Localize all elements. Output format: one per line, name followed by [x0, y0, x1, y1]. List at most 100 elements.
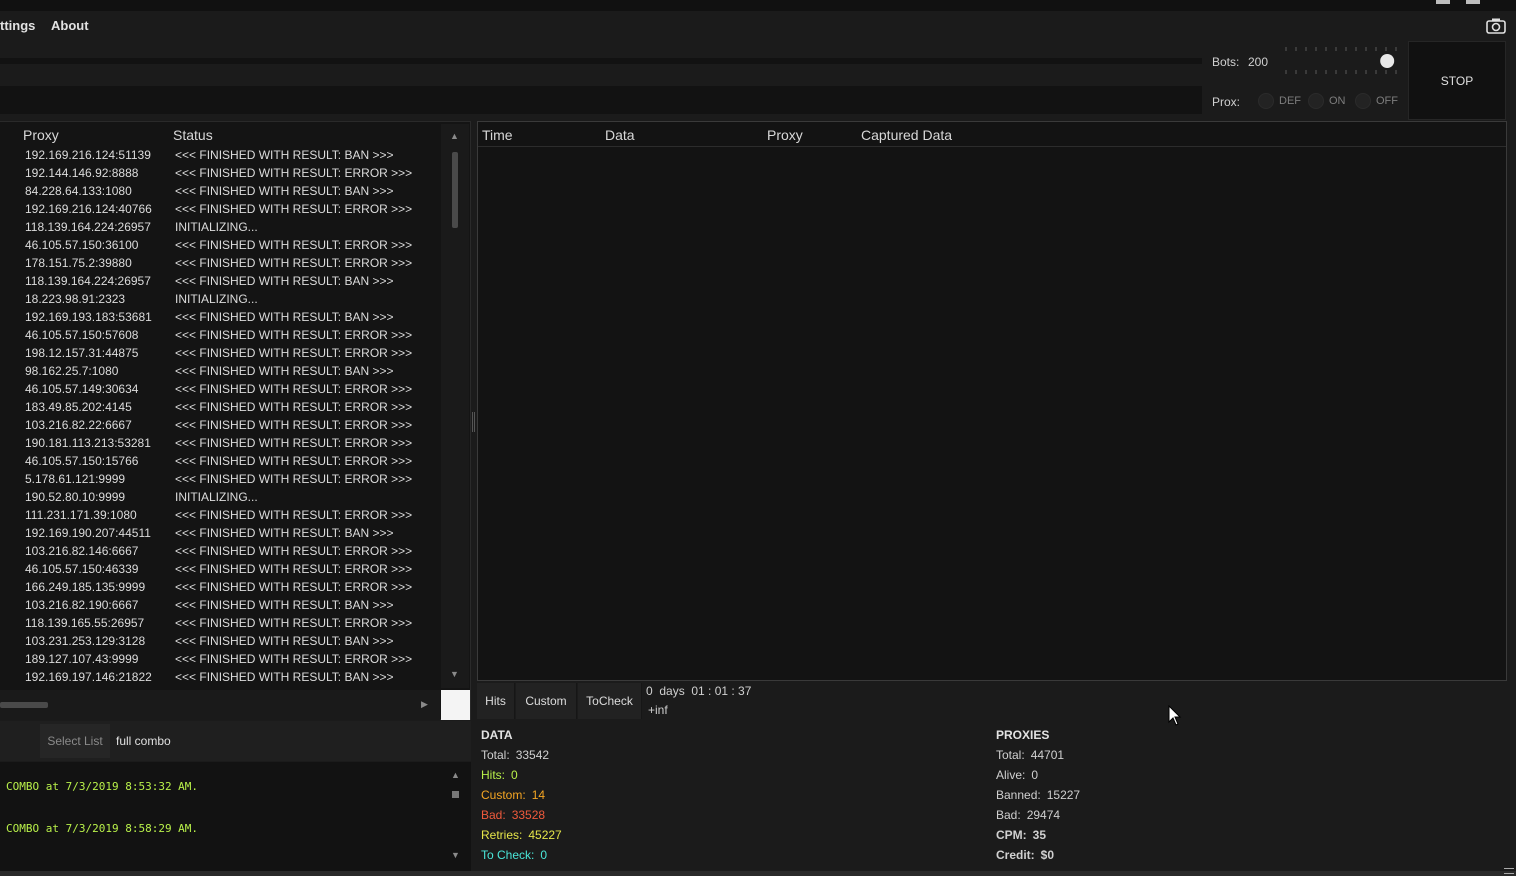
- menu-about[interactable]: About: [51, 18, 89, 33]
- status-cell: <<< FINISHED WITH RESULT: BAN >>>: [175, 184, 394, 198]
- radio-label-def: DEF: [1279, 95, 1301, 107]
- bots-value: 200: [1248, 55, 1269, 69]
- scroll-up-icon[interactable]: ▲: [451, 770, 460, 780]
- radio-circle[interactable]: [1355, 93, 1371, 109]
- column-header-time[interactable]: Time: [482, 127, 513, 143]
- stat-bad: Bad: 33528: [481, 808, 545, 822]
- table-row[interactable]: 189.127.107.43:9999 <<< FINISHED WITH RES…: [0, 652, 440, 670]
- menu-settings[interactable]: ttings: [0, 18, 35, 33]
- table-row[interactable]: 192.169.193.183:53681 <<< FINISHED WITH R…: [0, 310, 440, 328]
- bots-slider[interactable]: [1282, 44, 1398, 78]
- table-row[interactable]: 103.216.82.146:6667 <<< FINISHED WITH RES…: [0, 544, 440, 562]
- table-row[interactable]: 46.105.57.149:30634 <<< FINISHED WITH RES…: [0, 382, 440, 400]
- status-cell: <<< FINISHED WITH RESULT: ERROR >>>: [175, 562, 413, 576]
- scroll-down-icon[interactable]: ▼: [450, 669, 459, 679]
- stat-value: 0: [1031, 768, 1039, 782]
- table-row[interactable]: 183.49.85.202:4145 <<< FINISHED WITH RESU…: [0, 400, 440, 418]
- table-row[interactable]: 190.181.113.213:53281 <<< FINISHED WITH R…: [0, 436, 440, 454]
- proxy-cell: 198.12.157.31:44875: [25, 346, 139, 360]
- minimize-icon[interactable]: [1436, 0, 1450, 4]
- table-row[interactable]: 84.228.64.133:1080 <<< FINISHED WITH RESU…: [0, 184, 440, 202]
- status-cell: <<< FINISHED WITH RESULT: ERROR >>>: [175, 166, 413, 180]
- scroll-down-icon[interactable]: ▼: [451, 850, 460, 860]
- status-cell: <<< FINISHED WITH RESULT: ERROR >>>: [175, 202, 413, 216]
- eta-value: +inf: [648, 703, 668, 717]
- table-row[interactable]: 178.151.75.2:39880 <<< FINISHED WITH RESU…: [0, 256, 440, 274]
- splitter-handle[interactable]: [472, 412, 475, 432]
- status-cell: <<< FINISHED WITH RESULT: ERROR >>>: [175, 400, 413, 414]
- table-row[interactable]: 190.52.80.10:9999 INITIALIZING...: [0, 490, 440, 508]
- column-header-status[interactable]: Status: [173, 127, 213, 143]
- table-row[interactable]: 18.223.98.91:2323 INITIALIZING...: [0, 292, 440, 310]
- table-row[interactable]: 103.231.253.129:3128 <<< FINISHED WITH RE…: [0, 634, 440, 652]
- status-cell: <<< FINISHED WITH RESULT: BAN >>>: [175, 634, 394, 648]
- log-line: COMBO at 7/3/2019 8:58:29 AM.: [6, 822, 199, 835]
- stat-banned: Banned: 15227: [996, 788, 1080, 802]
- proxy-cell: 192.169.190.207:44511: [25, 526, 151, 540]
- table-row[interactable]: 46.105.57.150:46339 <<< FINISHED WITH RES…: [0, 562, 440, 580]
- tab-custom[interactable]: Custom: [516, 683, 577, 719]
- table-row[interactable]: 111.231.171.39:1080 <<< FINISHED WITH RES…: [0, 508, 440, 526]
- scroll-right-icon[interactable]: ▶: [421, 699, 428, 710]
- stat-label: Hits:: [481, 768, 505, 782]
- table-row[interactable]: 192.169.197.146:21822 <<< FINISHED WITH R…: [0, 670, 440, 688]
- table-row[interactable]: 5.178.61.121:9999 <<< FINISHED WITH RESUL…: [0, 472, 440, 490]
- status-cell: <<< FINISHED WITH RESULT: ERROR >>>: [175, 472, 413, 486]
- tab-tocheck[interactable]: ToCheck: [578, 683, 642, 719]
- column-header-data[interactable]: Data: [605, 127, 635, 143]
- column-header-proxy[interactable]: Proxy: [23, 127, 59, 143]
- tab-hits[interactable]: Hits: [477, 683, 515, 719]
- radio-circle[interactable]: [1258, 93, 1274, 109]
- status-cell: <<< FINISHED WITH RESULT: ERROR >>>: [175, 652, 413, 666]
- stat-label: Banned:: [996, 788, 1041, 802]
- table-row[interactable]: 118.139.164.224:26957 <<< FINISHED WITH R…: [0, 274, 440, 292]
- prox-off-radio[interactable]: OFF: [1355, 93, 1398, 109]
- stat-bad: Bad: 29474: [996, 808, 1060, 822]
- stat-label: Total:: [481, 748, 510, 762]
- prox-def-radio[interactable]: DEF: [1258, 93, 1301, 109]
- prox-on-radio[interactable]: ON: [1308, 93, 1346, 109]
- stop-button[interactable]: STOP: [1408, 41, 1506, 120]
- maximize-icon[interactable]: [1466, 0, 1480, 4]
- proxy-grid: 192.169.216.124:51139 <<< FINISHED WITH R…: [0, 121, 471, 720]
- table-row[interactable]: 46.105.57.150:36100 <<< FINISHED WITH RES…: [0, 238, 440, 256]
- status-cell: <<< FINISHED WITH RESULT: ERROR >>>: [175, 580, 413, 594]
- column-header-proxy[interactable]: Proxy: [767, 127, 803, 143]
- table-row[interactable]: 118.139.165.55:26957 <<< FINISHED WITH RE…: [0, 616, 440, 634]
- table-row[interactable]: 46.105.57.150:57608 <<< FINISHED WITH RES…: [0, 328, 440, 346]
- scroll-thumb[interactable]: [452, 791, 459, 798]
- table-row[interactable]: 98.162.25.7:1080 <<< FINISHED WITH RESULT…: [0, 364, 440, 382]
- proxy-cell: 46.105.57.149:30634: [25, 382, 139, 396]
- status-cell: <<< FINISHED WITH RESULT: BAN >>>: [175, 364, 394, 378]
- scroll-up-icon[interactable]: ▲: [450, 131, 459, 141]
- combo-path-input[interactable]: [0, 86, 1202, 114]
- stat-label: Bad:: [996, 808, 1021, 822]
- resize-grip-icon[interactable]: [1504, 868, 1514, 874]
- scroll-thumb-horizontal[interactable]: [0, 702, 48, 708]
- proxy-cell: 183.49.85.202:4145: [25, 400, 132, 414]
- table-row[interactable]: 118.139.164.224:26957 INITIALIZING...: [0, 220, 440, 238]
- status-cell: <<< FINISHED WITH RESULT: ERROR >>>: [175, 508, 413, 522]
- select-list-button[interactable]: Select List: [40, 724, 110, 758]
- radio-circle[interactable]: [1308, 93, 1324, 109]
- camera-icon[interactable]: [1486, 17, 1506, 35]
- column-header-captured-data[interactable]: Captured Data: [861, 127, 952, 143]
- horizontal-scrollbar[interactable]: [0, 690, 440, 720]
- proxy-cell: 103.216.82.190:6667: [25, 598, 139, 612]
- scroll-thumb[interactable]: [452, 152, 458, 228]
- table-row[interactable]: 198.12.157.31:44875 <<< FINISHED WITH RES…: [0, 346, 440, 364]
- table-row[interactable]: 103.216.82.22:6667 <<< FINISHED WITH RESU…: [0, 418, 440, 436]
- table-row[interactable]: 192.144.146.92:8888 <<< FINISHED WITH RES…: [0, 166, 440, 184]
- table-row[interactable]: 166.249.185.135:9999 <<< FINISHED WITH RE…: [0, 580, 440, 598]
- proxy-cell: 192.169.216.124:40766: [25, 202, 152, 216]
- table-row[interactable]: 192.169.190.207:44511 <<< FINISHED WITH R…: [0, 526, 440, 544]
- table-row[interactable]: 192.169.216.124:51139 <<< FINISHED WITH R…: [0, 148, 440, 166]
- stat-value: 14: [531, 788, 546, 802]
- table-row[interactable]: 192.169.216.124:40766 <<< FINISHED WITH R…: [0, 202, 440, 220]
- header-divider: [478, 146, 1506, 147]
- table-row[interactable]: 46.105.57.150:15766 <<< FINISHED WITH RES…: [0, 454, 440, 472]
- table-row[interactable]: 103.216.82.190:6667 <<< FINISHED WITH RES…: [0, 598, 440, 616]
- menu-bar: [0, 11, 1516, 41]
- stat-total: Total: 33542: [481, 748, 549, 762]
- stat-value: 15227: [1046, 788, 1081, 802]
